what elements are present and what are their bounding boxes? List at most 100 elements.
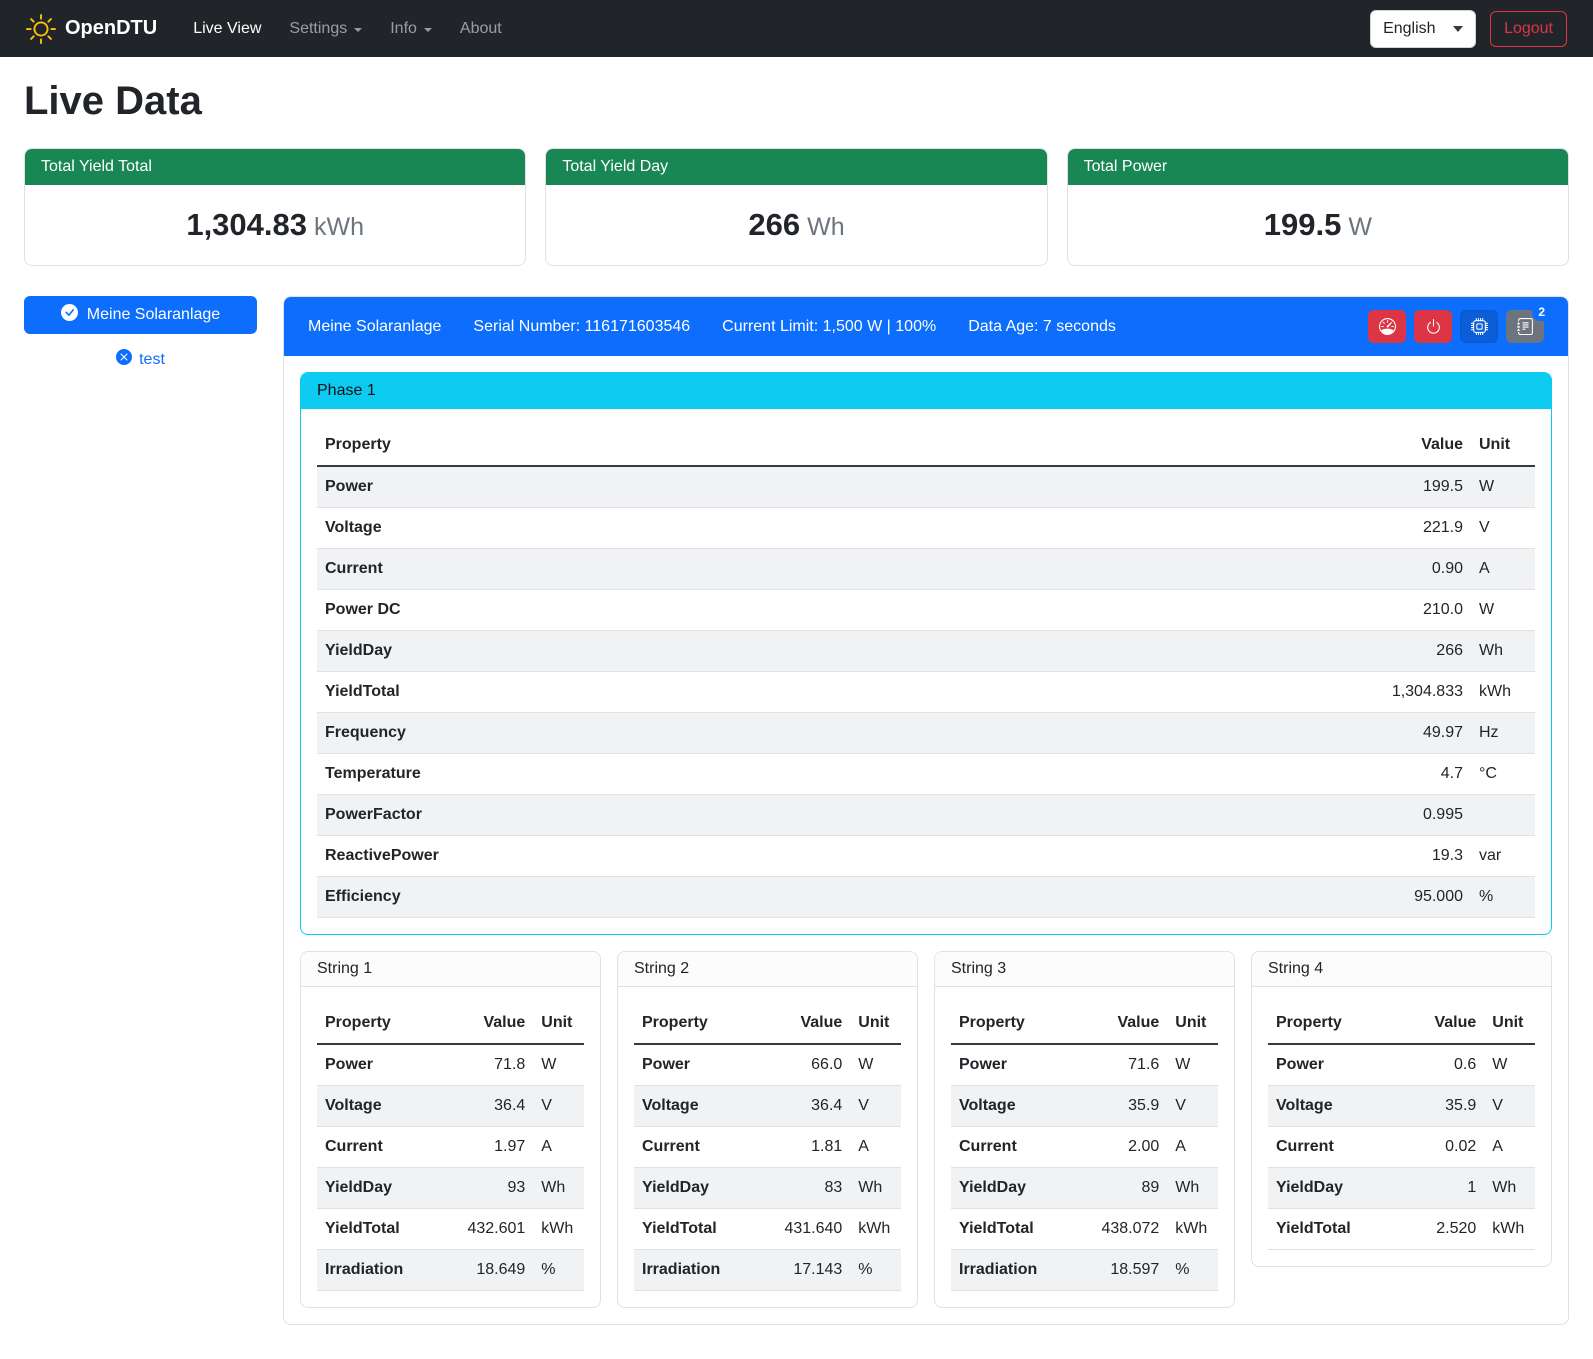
table-row: Power 71.6 W — [951, 1044, 1218, 1086]
content-row: Meine Solaranlage test Meine Solaranlage… — [24, 296, 1569, 1325]
row-value: 1.97 — [443, 1127, 534, 1168]
row-property: Voltage — [634, 1086, 760, 1127]
row-property: YieldDay — [1268, 1168, 1394, 1209]
table-row: Power 199.5 W — [317, 466, 1535, 508]
row-property: YieldTotal — [951, 1209, 1077, 1250]
x-circle-icon — [116, 349, 132, 370]
row-value: 4.7 — [1331, 754, 1471, 795]
table-header-row: Property Value Unit — [1268, 1003, 1535, 1044]
row-value: 83 — [760, 1168, 851, 1209]
table-row: Efficiency 95.000 % — [317, 877, 1535, 918]
limit-settings-button[interactable] — [1368, 310, 1406, 343]
table-row: YieldDay 93 Wh — [317, 1168, 584, 1209]
column-header-unit: Unit — [1484, 1003, 1535, 1044]
table-row: Voltage 221.9 V — [317, 508, 1535, 549]
row-value: 0.02 — [1394, 1127, 1485, 1168]
total-power-card: Total Power 199.5W — [1067, 148, 1569, 266]
string-1-table: Property Value Unit Power — [317, 1003, 584, 1291]
test-inverter-link[interactable]: test — [24, 349, 257, 370]
string-4-card: String 4 Property Value Unit — [1251, 951, 1552, 1267]
column-header-unit: Unit — [850, 1003, 901, 1044]
table-row: Power DC 210.0 W — [317, 590, 1535, 631]
inverter-data-age: Data Age: 7 seconds — [968, 318, 1116, 336]
gauge-icon — [1379, 318, 1396, 335]
row-property: Voltage — [1268, 1086, 1394, 1127]
table-row: YieldTotal 431.640 kWh — [634, 1209, 901, 1250]
row-property: Power — [634, 1044, 760, 1086]
string-card-body: Property Value Unit Power — [935, 987, 1234, 1307]
chevron-down-icon — [1453, 26, 1463, 32]
inverter-select-button[interactable]: Meine Solaranlage — [24, 296, 257, 334]
phase-table-body: Power 199.5 W Voltage 221.9 V — [317, 466, 1535, 918]
table-row: YieldDay 83 Wh — [634, 1168, 901, 1209]
column-header-value: Value — [760, 1003, 851, 1044]
inverter-card-header: Meine Solaranlage Serial Number: 1161716… — [284, 297, 1568, 356]
table-row: YieldTotal 432.601 kWh — [317, 1209, 584, 1250]
string-card-title: String 2 — [618, 952, 917, 987]
table-header-row: Property Value Unit — [951, 1003, 1218, 1044]
inverter-name: Meine Solaranlage — [308, 318, 441, 336]
row-value: 35.9 — [1077, 1086, 1168, 1127]
row-unit: A — [1471, 549, 1535, 590]
sun-logo-icon — [26, 14, 56, 44]
table-row: YieldDay 266 Wh — [317, 631, 1535, 672]
device-info-button[interactable] — [1460, 310, 1498, 343]
row-property: Voltage — [951, 1086, 1077, 1127]
main-nav: Live View Settings Info About — [179, 12, 516, 46]
summary-value: 199.5 — [1264, 207, 1342, 242]
string-3-table: Property Value Unit Power — [951, 1003, 1218, 1291]
phase-panel-body: Property Value Unit Power — [301, 409, 1551, 934]
total-yield-total-card: Total Yield Total 1,304.83kWh — [24, 148, 526, 266]
inverter-header-buttons: 2 — [1368, 310, 1544, 343]
row-unit: V — [533, 1086, 584, 1127]
summary-card-body: 199.5W — [1068, 185, 1568, 265]
row-unit: kWh — [1167, 1209, 1218, 1250]
table-row: Current 2.00 A — [951, 1127, 1218, 1168]
row-property: Irradiation — [634, 1250, 760, 1291]
nav-settings[interactable]: Settings — [275, 12, 376, 46]
column-header-property: Property — [317, 425, 1331, 466]
summary-card-body: 1,304.83kWh — [25, 185, 525, 265]
total-yield-day-card: Total Yield Day 266Wh — [545, 148, 1047, 266]
page-content: Live Data Total Yield Total 1,304.83kWh … — [0, 57, 1593, 1349]
summary-value: 1,304.83 — [186, 207, 307, 242]
string-card-body: Property Value Unit Power — [618, 987, 917, 1307]
nav-about[interactable]: About — [446, 12, 516, 46]
language-select[interactable]: English — [1370, 10, 1476, 48]
row-value: 0.90 — [1331, 549, 1471, 590]
nav-info[interactable]: Info — [376, 12, 446, 46]
table-row: YieldTotal 1,304.833 kWh — [317, 672, 1535, 713]
power-button[interactable] — [1414, 310, 1452, 343]
row-value: 438.072 — [1077, 1209, 1168, 1250]
logout-button[interactable]: Logout — [1490, 11, 1567, 47]
row-unit: Wh — [1471, 631, 1535, 672]
row-unit: W — [1484, 1044, 1535, 1086]
row-value: 71.6 — [1077, 1044, 1168, 1086]
column-header-unit: Unit — [533, 1003, 584, 1044]
column-header-property: Property — [1268, 1003, 1394, 1044]
row-property: Voltage — [317, 1086, 443, 1127]
phase-panel-header: Phase 1 — [301, 373, 1551, 409]
column-header-property: Property — [634, 1003, 760, 1044]
row-property: Power — [951, 1044, 1077, 1086]
table-row: Current 1.97 A — [317, 1127, 584, 1168]
row-unit: kWh — [1471, 672, 1535, 713]
row-property: Power — [317, 1044, 443, 1086]
column-header-value: Value — [443, 1003, 534, 1044]
row-property: Frequency — [317, 713, 1331, 754]
table-row: Current 0.02 A — [1268, 1127, 1535, 1168]
row-property: Current — [951, 1127, 1077, 1168]
table-row: Voltage 35.9 V — [1268, 1086, 1535, 1127]
app-brand[interactable]: OpenDTU — [26, 14, 157, 44]
nav-live-view[interactable]: Live View — [179, 12, 275, 46]
row-value: 1 — [1394, 1168, 1485, 1209]
table-row: Irradiation 18.649 % — [317, 1250, 584, 1291]
page-title: Live Data — [24, 79, 1569, 124]
row-unit: A — [850, 1127, 901, 1168]
phase-table: Property Value Unit Power — [317, 425, 1535, 918]
nav-info-label: Info — [390, 20, 417, 38]
table-row: Power 66.0 W — [634, 1044, 901, 1086]
summary-unit: kWh — [314, 213, 364, 241]
inverter-card: Meine Solaranlage Serial Number: 1161716… — [283, 296, 1569, 1325]
event-log-button[interactable]: 2 — [1506, 310, 1544, 343]
